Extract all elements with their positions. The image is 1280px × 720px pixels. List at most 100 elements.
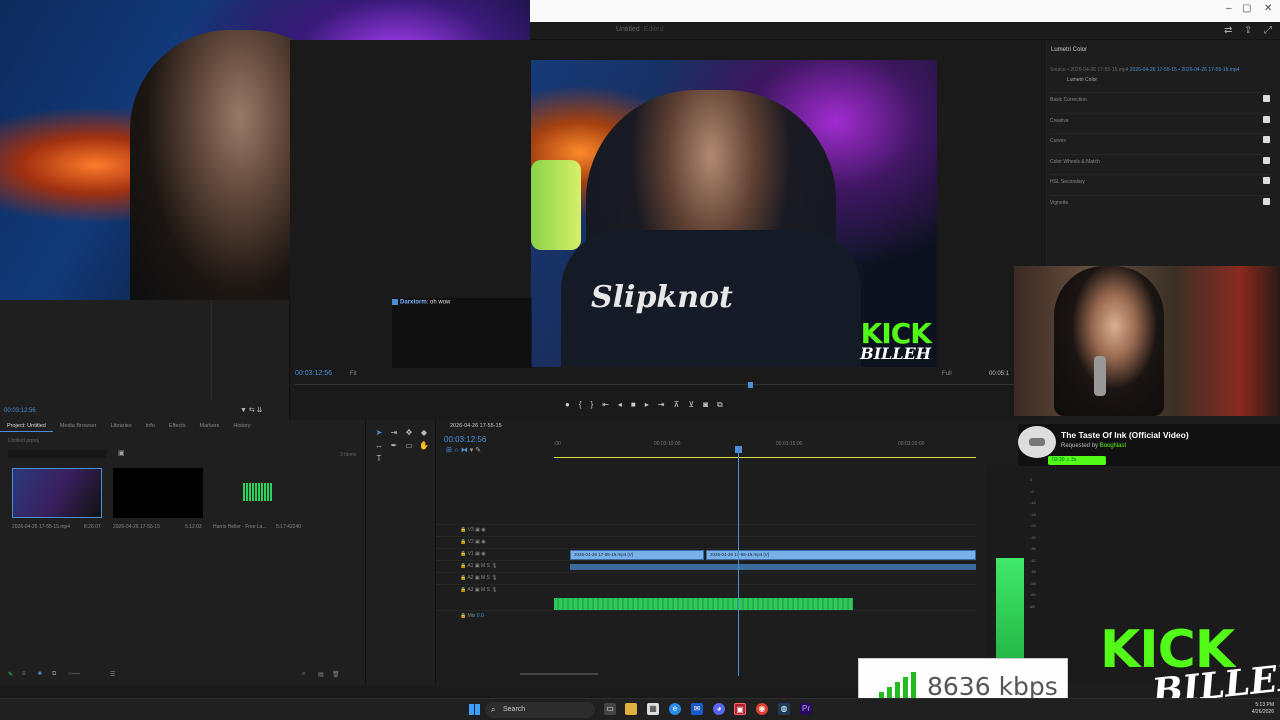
clip-thumbnail[interactable] xyxy=(12,468,102,518)
lumetri-section[interactable]: HSL Secondary xyxy=(1050,174,1270,188)
sort-icon[interactable]: ☰ xyxy=(110,671,115,678)
minimize-button[interactable]: – xyxy=(1226,3,1232,14)
lumetri-section[interactable]: Vignette xyxy=(1050,195,1270,209)
tab-media-browser[interactable]: Media Browser xyxy=(53,420,104,432)
linked-icon[interactable]: ⧓ xyxy=(461,447,468,454)
lumetri-section[interactable]: Color Wheels & Match xyxy=(1050,154,1270,168)
marker-icon[interactable]: ▾ xyxy=(470,447,474,454)
store-icon[interactable]: ▦ xyxy=(647,703,659,715)
filter-icon[interactable]: ▼ ⇆ ⇊ xyxy=(240,406,263,414)
audio-thumbnail[interactable] xyxy=(213,468,303,518)
section-checkbox[interactable] xyxy=(1263,136,1270,143)
file-explorer-icon[interactable] xyxy=(625,703,637,715)
steam-icon[interactable]: ◍ xyxy=(778,703,790,715)
video-clip[interactable]: 2026-04-26 17-55-15.mp4 [V] xyxy=(706,550,976,560)
chrome-icon[interactable]: ◉ xyxy=(756,703,768,715)
go-to-out-icon[interactable]: ⇥ xyxy=(658,400,665,412)
program-duration: 00:05:1 xyxy=(989,371,1010,377)
zoom-select[interactable]: Fit xyxy=(350,371,357,377)
track-select-icon[interactable]: ⇥ xyxy=(389,428,399,438)
tab-history[interactable]: History xyxy=(226,420,257,432)
lumetri-section[interactable]: Curves xyxy=(1050,133,1270,147)
audio-link-clip[interactable] xyxy=(570,564,976,570)
tab-markers[interactable]: Markers xyxy=(193,420,227,432)
task-view-icon[interactable]: ▭ xyxy=(604,703,616,715)
lumetri-color-panel: Lumetri Color Source • 2026-04-26 17-55-… xyxy=(1044,40,1280,266)
tab-info[interactable]: Info xyxy=(139,420,162,432)
workspace-icon[interactable]: ⇄ xyxy=(1224,25,1232,36)
mark-in-icon[interactable]: { xyxy=(579,400,582,412)
video-clip[interactable]: 2026-04-26 17-55-15.mp4 [V] xyxy=(570,550,704,560)
type-tool-icon[interactable]: T xyxy=(374,454,384,464)
icon-view-icon[interactable]: ■ xyxy=(38,671,42,677)
ripple-edit-icon[interactable]: ✥ xyxy=(404,428,414,438)
edge-icon[interactable]: e xyxy=(669,703,681,715)
section-checkbox[interactable] xyxy=(1263,157,1270,164)
rectangle-tool-icon[interactable]: ▭ xyxy=(404,441,414,451)
slip-tool-icon[interactable]: ↔ xyxy=(374,441,384,451)
sequence-tab[interactable]: 2026-04-26 17-55-15 xyxy=(450,423,502,429)
program-timecode[interactable]: 00:03:12:56 xyxy=(295,370,332,377)
zoom-slider[interactable]: ○── xyxy=(68,671,80,677)
program-playhead[interactable] xyxy=(748,382,753,388)
discord-icon[interactable]: ◕ xyxy=(713,703,725,715)
compare-icon[interactable]: ⧉ xyxy=(717,400,723,412)
freeform-view-icon[interactable]: ⧉ xyxy=(52,671,56,678)
tab-libraries[interactable]: Libraries xyxy=(104,420,139,432)
lumetri-source-label: Source • 2026-04-26 17-55-15.mp4 xyxy=(1050,67,1129,73)
close-button[interactable]: ✕ xyxy=(1264,3,1272,14)
fullscreen-icon[interactable]: ⤢ xyxy=(1264,25,1272,36)
razor-tool-icon[interactable]: ◆ xyxy=(419,428,429,438)
timeline-zoom-scrollbar[interactable] xyxy=(520,673,598,675)
maximize-button[interactable]: ▢ xyxy=(1242,3,1251,14)
new-bin-icon[interactable]: ▣ xyxy=(118,449,125,457)
active-app-icon[interactable]: ▣ xyxy=(734,703,746,715)
share-icon[interactable]: ⇪ xyxy=(1244,25,1252,36)
now-playing-card: The Taste Of Ink (Official Video) Reques… xyxy=(1018,424,1280,466)
extract-icon[interactable]: ⊻ xyxy=(688,400,694,412)
go-to-in-icon[interactable]: ⇤ xyxy=(602,400,609,412)
windows-start-icon[interactable] xyxy=(469,704,480,715)
step-back-icon[interactable]: ◂ xyxy=(618,400,622,412)
pen-tool-icon[interactable]: ✒ xyxy=(389,441,399,451)
track-v2: 🔒 V2 ▣ ◉ xyxy=(436,536,976,548)
quality-select[interactable]: Full xyxy=(942,371,952,377)
delete-icon[interactable]: 🗑 xyxy=(332,671,340,678)
add-marker-icon[interactable]: ● xyxy=(565,400,570,412)
timeline-timecode[interactable]: 00:03:12:56 xyxy=(444,435,486,444)
premiere-icon[interactable]: Pr xyxy=(800,703,812,715)
selection-tool-icon[interactable]: ➤ xyxy=(374,428,384,438)
playhead-handle[interactable] xyxy=(735,446,742,453)
lumetri-tab[interactable]: Lumetri Color xyxy=(1051,47,1087,53)
section-checkbox[interactable] xyxy=(1263,177,1270,184)
snap-icon[interactable]: ∩ xyxy=(454,447,459,454)
tab-effects[interactable]: Effects xyxy=(162,420,193,432)
find-icon[interactable]: ⌕ xyxy=(302,671,305,678)
section-checkbox[interactable] xyxy=(1263,95,1270,102)
section-checkbox[interactable] xyxy=(1263,198,1270,205)
mail-icon[interactable]: ✉ xyxy=(691,703,703,715)
timeline-playhead[interactable] xyxy=(738,446,739,676)
step-forward-icon[interactable]: ▸ xyxy=(645,400,649,412)
mark-out-icon[interactable]: } xyxy=(591,400,594,412)
lumetri-section[interactable]: Basic Correction xyxy=(1050,92,1270,106)
waveform-icon xyxy=(243,483,273,501)
nest-icon[interactable]: ⊞ xyxy=(446,447,452,454)
sequence-thumbnail[interactable] xyxy=(113,468,203,518)
tab-project[interactable]: Project: Untitled xyxy=(0,420,53,432)
taskbar-clock[interactable]: 5:13 PM 4/26/2026 xyxy=(1252,702,1274,716)
wrench-icon[interactable]: ✎ xyxy=(475,447,481,454)
section-checkbox[interactable] xyxy=(1263,116,1270,123)
stop-icon[interactable]: ■ xyxy=(631,400,636,412)
new-item-icon[interactable]: ▤ xyxy=(318,671,324,678)
timeline-ruler[interactable]: :00 00:03:10:00 00:03:15:00 00:03:20:00 xyxy=(554,440,976,458)
taskbar-search[interactable]: ⌕ Search xyxy=(485,702,595,718)
list-view-icon[interactable]: ≡ xyxy=(22,671,26,677)
lumetri-section[interactable]: Creative xyxy=(1050,113,1270,127)
project-search-input[interactable] xyxy=(8,450,106,458)
hand-tool-icon[interactable]: ✋ xyxy=(419,441,429,451)
export-frame-icon[interactable]: ◙ xyxy=(703,400,708,412)
pencil-icon[interactable]: ✎ xyxy=(8,671,13,678)
program-scrubber[interactable] xyxy=(295,384,1015,385)
lift-icon[interactable]: ⊼ xyxy=(673,400,679,412)
